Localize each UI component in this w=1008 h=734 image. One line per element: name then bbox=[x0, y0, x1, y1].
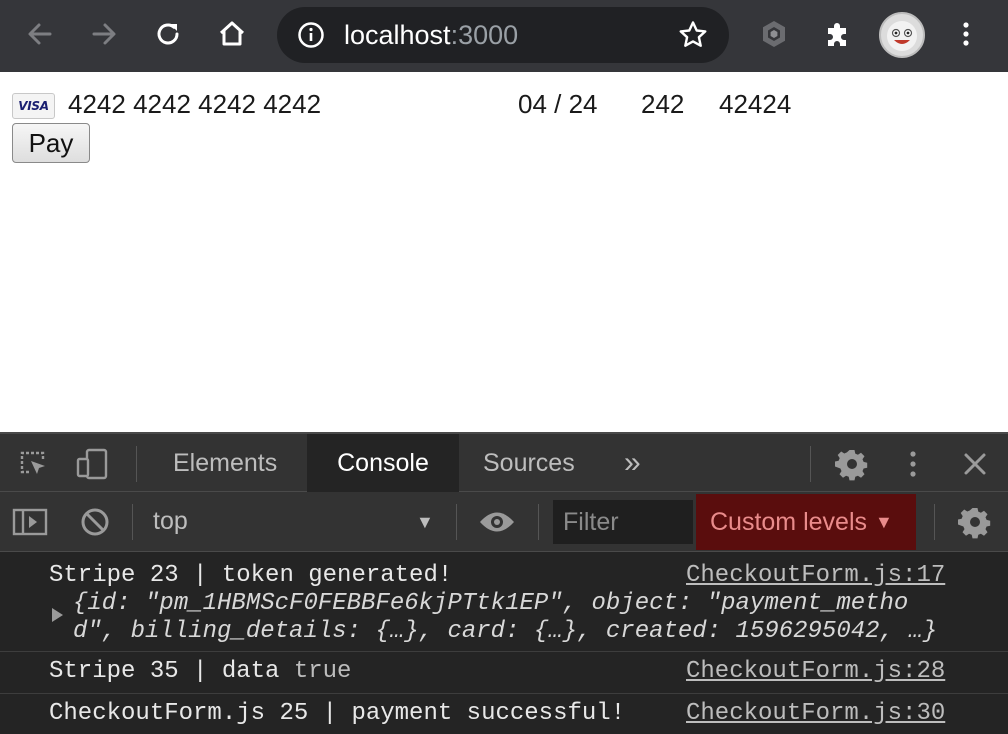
close-devtools-icon[interactable] bbox=[958, 448, 992, 480]
card-element[interactable]: VISA 4242 4242 4242 4242 04 / 24 242 424… bbox=[0, 86, 1008, 124]
info-icon[interactable] bbox=[297, 21, 325, 49]
kebab-menu-icon[interactable] bbox=[946, 14, 986, 54]
device-toolbar-icon[interactable] bbox=[72, 446, 112, 482]
console-message-text: Stripe 35 | data true bbox=[49, 658, 351, 686]
forward-arrow-icon[interactable] bbox=[84, 14, 124, 54]
log-levels-dropdown[interactable]: Custom levels ▼ bbox=[696, 494, 916, 550]
console-boolean-value: true bbox=[293, 658, 352, 685]
console-source-link[interactable]: CheckoutForm.js:30 bbox=[686, 700, 945, 728]
log-levels-label: Custom levels bbox=[710, 507, 867, 536]
address-bar[interactable]: localhost:3000 bbox=[277, 7, 729, 63]
home-icon[interactable] bbox=[212, 14, 252, 54]
expand-object-icon[interactable] bbox=[52, 608, 63, 622]
console-source-link[interactable]: CheckoutForm.js:17 bbox=[686, 562, 945, 590]
devtools-panel: Elements Console Sources » top ▼ Filter … bbox=[0, 432, 1008, 734]
url-host: localhost bbox=[344, 20, 451, 50]
filter-divider-1 bbox=[132, 504, 133, 540]
console-message-text: Stripe 23 | token generated! bbox=[49, 562, 453, 589]
settings-gear-icon[interactable] bbox=[834, 446, 870, 482]
hexagon-extension-icon[interactable] bbox=[754, 14, 794, 54]
console-filter-input[interactable] bbox=[563, 506, 688, 538]
card-cvc-field[interactable]: 242 bbox=[641, 88, 684, 120]
devtools-tab-bar: Elements Console Sources » bbox=[0, 432, 1008, 492]
card-expiry-field[interactable]: 04 / 24 bbox=[518, 88, 598, 120]
console-toolbar: top ▼ Custom levels ▼ bbox=[0, 492, 1008, 552]
context-dropdown-icon[interactable]: ▼ bbox=[416, 512, 434, 533]
back-arrow-icon[interactable] bbox=[20, 14, 60, 54]
filter-divider-2 bbox=[456, 504, 457, 540]
devtools-menu-icon[interactable] bbox=[898, 446, 928, 482]
card-zip-field[interactable]: 42424 bbox=[719, 88, 791, 120]
show-sidebar-icon[interactable] bbox=[10, 504, 50, 540]
puzzle-icon[interactable] bbox=[818, 14, 858, 54]
console-message: Stripe 35 | data true CheckoutForm.js:28 bbox=[0, 652, 1008, 694]
clear-console-icon[interactable] bbox=[76, 504, 114, 540]
console-message-text: CheckoutForm.js 25 | payment successful! bbox=[49, 700, 626, 727]
filter-divider-3 bbox=[538, 504, 539, 540]
filter-box bbox=[553, 500, 693, 544]
console-settings-gear-icon[interactable] bbox=[956, 504, 994, 540]
profile-avatar[interactable] bbox=[879, 12, 925, 58]
tab-divider-right bbox=[810, 446, 811, 482]
tab-sources[interactable]: Sources bbox=[483, 434, 575, 492]
reload-icon[interactable] bbox=[148, 14, 188, 54]
console-output: Stripe 23 | token generated! CheckoutFor… bbox=[0, 552, 1008, 734]
tab-console[interactable]: Console bbox=[307, 434, 459, 492]
object-preview-line-2[interactable]: d", billing_details: {…}, card: {…}, cre… bbox=[73, 618, 937, 646]
object-preview-line-1[interactable]: {id: "pm_1HBMScF0FEBBFe6kjPTtk1EP", obje… bbox=[73, 590, 908, 618]
tab-divider bbox=[136, 446, 137, 482]
console-source-link[interactable]: CheckoutForm.js:28 bbox=[686, 658, 945, 686]
more-tabs-icon[interactable]: » bbox=[624, 434, 641, 492]
context-selector[interactable]: top bbox=[153, 507, 188, 536]
live-expression-eye-icon[interactable] bbox=[477, 504, 517, 540]
levels-dropdown-icon: ▼ bbox=[875, 511, 893, 532]
filter-divider-4 bbox=[934, 504, 935, 540]
pay-button[interactable]: Pay bbox=[12, 123, 90, 163]
console-message: Stripe 23 | token generated! CheckoutFor… bbox=[0, 552, 1008, 652]
tab-elements[interactable]: Elements bbox=[173, 434, 277, 492]
url-text[interactable]: localhost:3000 bbox=[344, 19, 518, 51]
visa-card-icon: VISA bbox=[12, 93, 55, 119]
browser-toolbar: localhost:3000 bbox=[0, 0, 1008, 72]
console-message: CheckoutForm.js 25 | payment successful!… bbox=[0, 694, 1008, 734]
url-port: :3000 bbox=[450, 20, 519, 50]
card-number-field[interactable]: 4242 4242 4242 4242 bbox=[68, 88, 321, 120]
inspect-element-icon[interactable] bbox=[14, 446, 52, 482]
console-message-label: Stripe 35 | data bbox=[49, 658, 280, 685]
star-icon[interactable] bbox=[677, 19, 709, 51]
